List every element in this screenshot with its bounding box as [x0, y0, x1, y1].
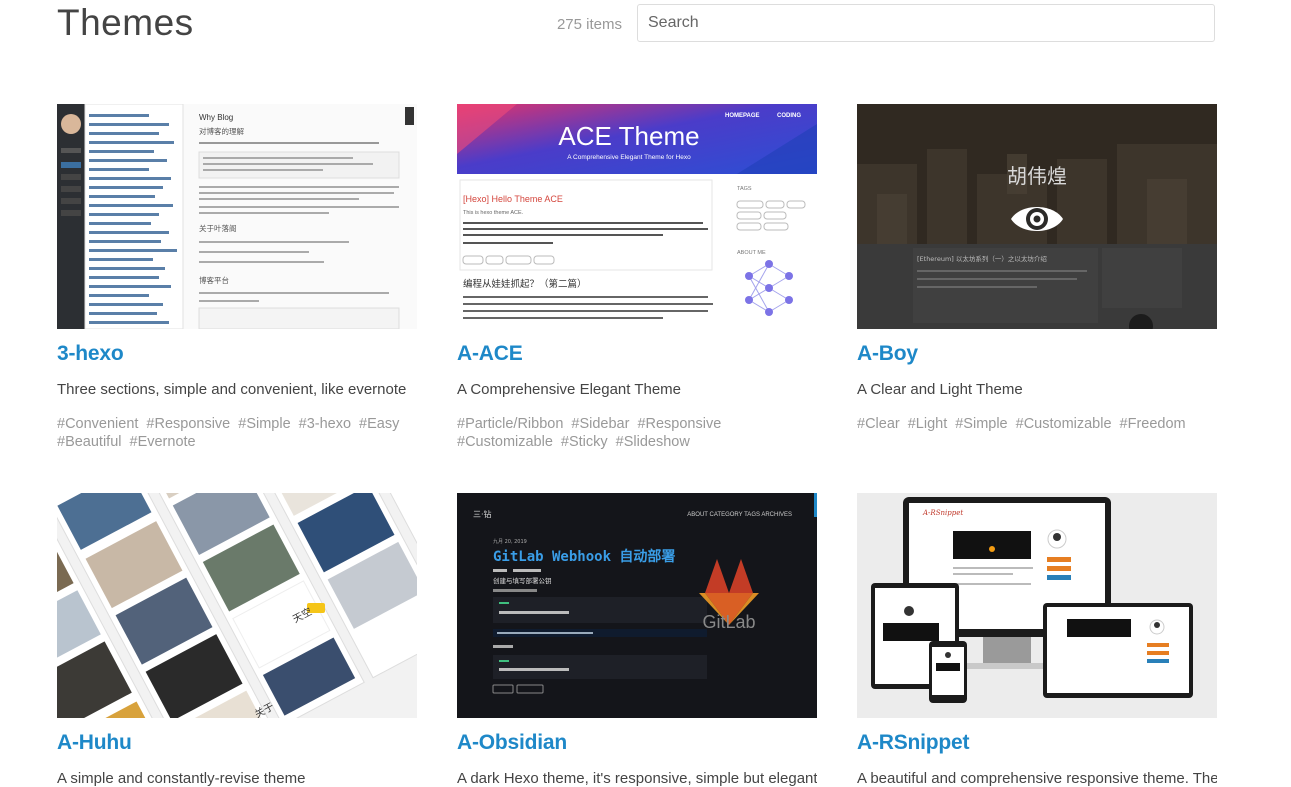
section-heading-text: 博客平台	[199, 275, 229, 285]
screenshot-a-ace: HOMEPAGE CODING ACE Theme A Comprehensiv…	[457, 104, 817, 329]
logo-text: A-RSnippet	[922, 509, 963, 517]
theme-description: A Clear and Light Theme	[857, 381, 1023, 398]
theme-description: A Comprehensive Elegant Theme	[457, 381, 682, 398]
eye-icon	[1011, 207, 1063, 231]
brand-text: 三·钻	[473, 509, 492, 519]
theme-thumbnail[interactable]: A-RSnippet	[857, 493, 1217, 718]
tag-link[interactable]: #Freedom	[1120, 416, 1186, 432]
overlay-title-text: 胡伟煌	[1007, 164, 1067, 188]
page-header: Themes 275 items	[57, 0, 1217, 60]
sidebar-heading-text: TAGS	[737, 186, 752, 192]
post-subtitle-text: 创建与填写部署公钥	[493, 576, 552, 585]
theme-thumbnail[interactable]: 胡伟煌 [Ethereum] 以太坊系列（一）之以太坊介绍	[857, 104, 1217, 329]
post-line-text: This is hexo theme ACE.	[463, 210, 524, 216]
theme-card: 三·钻 ABOUT CATEGORY TAGS ARCHIVES 九月 20, …	[457, 493, 817, 787]
post-title-text: [Hexo] Hello Theme ACE	[463, 194, 563, 204]
tag-link[interactable]: #Customizable	[457, 434, 553, 450]
post-heading-text: 对博客的理解	[199, 126, 244, 136]
item-count: 275 items	[556, 16, 622, 33]
tag-list: #Convenient #Responsive #Simple #3-hexo #Eas…	[57, 415, 417, 451]
tag-link[interactable]: #Easy	[359, 416, 399, 432]
section-heading-text: 关于叶落阁	[199, 223, 237, 233]
tag-link[interactable]: #Clear	[857, 416, 900, 432]
tag-link[interactable]: #Responsive	[146, 416, 230, 432]
screenshot-a-obsidian: 三·钻 ABOUT CATEGORY TAGS ARCHIVES 九月 20, …	[457, 493, 817, 718]
post-title-text: 编程从娃娃抓起？（第二篇）	[463, 278, 587, 290]
tag-link[interactable]: #Particle/Ribbon	[457, 416, 563, 432]
screenshot-3-hexo: Why Blog 对博客的理解 关于叶落阁 博客平台	[57, 104, 417, 329]
sidebar-heading-text: ABOUT ME	[737, 250, 766, 256]
tag-link[interactable]: #Light	[908, 416, 948, 432]
theme-name-link[interactable]: A-ACE	[457, 342, 817, 366]
hero-title-text: ACE Theme	[558, 121, 699, 151]
logo-text: GitLab	[702, 612, 755, 632]
page-title: Themes	[57, 2, 194, 43]
nav-text: CODING	[777, 113, 801, 119]
tag-link[interactable]: #Customizable	[1016, 416, 1112, 432]
tag-link[interactable]: #Sticky	[561, 434, 608, 450]
tag-link[interactable]: #Simple	[955, 416, 1007, 432]
theme-name-link[interactable]: A-Obsidian	[457, 731, 817, 755]
tag-list: #Clear #Light #Simple #Customizable #Freedom	[857, 415, 1217, 433]
post-title-text: [Ethereum] 以太坊系列（一）之以太坊介绍	[917, 254, 1047, 263]
screenshot-a-rsnippet: A-RSnippet	[857, 493, 1217, 718]
tag-link[interactable]: #Convenient	[57, 416, 138, 432]
post-title-text: GitLab Webhook 自动部署	[493, 548, 675, 565]
theme-card: 天空 关于 A-Huhu A simple and constantly-rev…	[57, 493, 417, 787]
tag-link[interactable]: #Beautiful	[57, 434, 122, 450]
theme-card: A-RSnippet A-RSnippet A beautiful and co…	[857, 493, 1217, 787]
post-title-text: Why Blog	[199, 113, 233, 122]
tag-link[interactable]: #Slideshow	[616, 434, 690, 450]
screenshot-a-huhu: 天空 关于	[57, 493, 417, 718]
theme-thumbnail[interactable]: 三·钻 ABOUT CATEGORY TAGS ARCHIVES 九月 20, …	[457, 493, 817, 718]
theme-description: Three sections, simple and convenient, l…	[57, 381, 407, 398]
tag-link[interactable]: #3-hexo	[299, 416, 351, 432]
theme-name-link[interactable]: A-RSnippet	[857, 731, 1217, 755]
tag-link[interactable]: #Responsive	[637, 416, 721, 432]
theme-card: HOMEPAGE CODING ACE Theme A Comprehensiv…	[457, 104, 817, 451]
date-text: 九月 20, 2019	[493, 538, 527, 545]
tag-link[interactable]: #Sidebar	[571, 416, 629, 432]
search-input[interactable]	[637, 4, 1215, 42]
hero-subtitle-text: A Comprehensive Elegant Theme for Hexo	[567, 154, 691, 161]
theme-card: Why Blog 对博客的理解 关于叶落阁 博客平台 3-hexo Three	[57, 104, 417, 451]
theme-name-link[interactable]: A-Huhu	[57, 731, 417, 755]
theme-thumbnail[interactable]: Why Blog 对博客的理解 关于叶落阁 博客平台	[57, 104, 417, 329]
theme-thumbnail[interactable]: 天空 关于	[57, 493, 417, 718]
nav-text: HOMEPAGE	[725, 113, 760, 119]
theme-thumbnail[interactable]: HOMEPAGE CODING ACE Theme A Comprehensiv…	[457, 104, 817, 329]
tag-link[interactable]: #Evernote	[130, 434, 196, 450]
theme-name-link[interactable]: 3-hexo	[57, 342, 417, 366]
tag-link[interactable]: #Simple	[238, 416, 290, 432]
tag-list: #Particle/Ribbon #Sidebar #Responsive #Cus…	[457, 415, 817, 451]
theme-card: 胡伟煌 [Ethereum] 以太坊系列（一）之以太坊介绍 A-Boy A Cl…	[857, 104, 1217, 433]
nav-text: ABOUT CATEGORY TAGS ARCHIVES	[687, 512, 792, 518]
theme-name-link[interactable]: A-Boy	[857, 342, 1217, 366]
